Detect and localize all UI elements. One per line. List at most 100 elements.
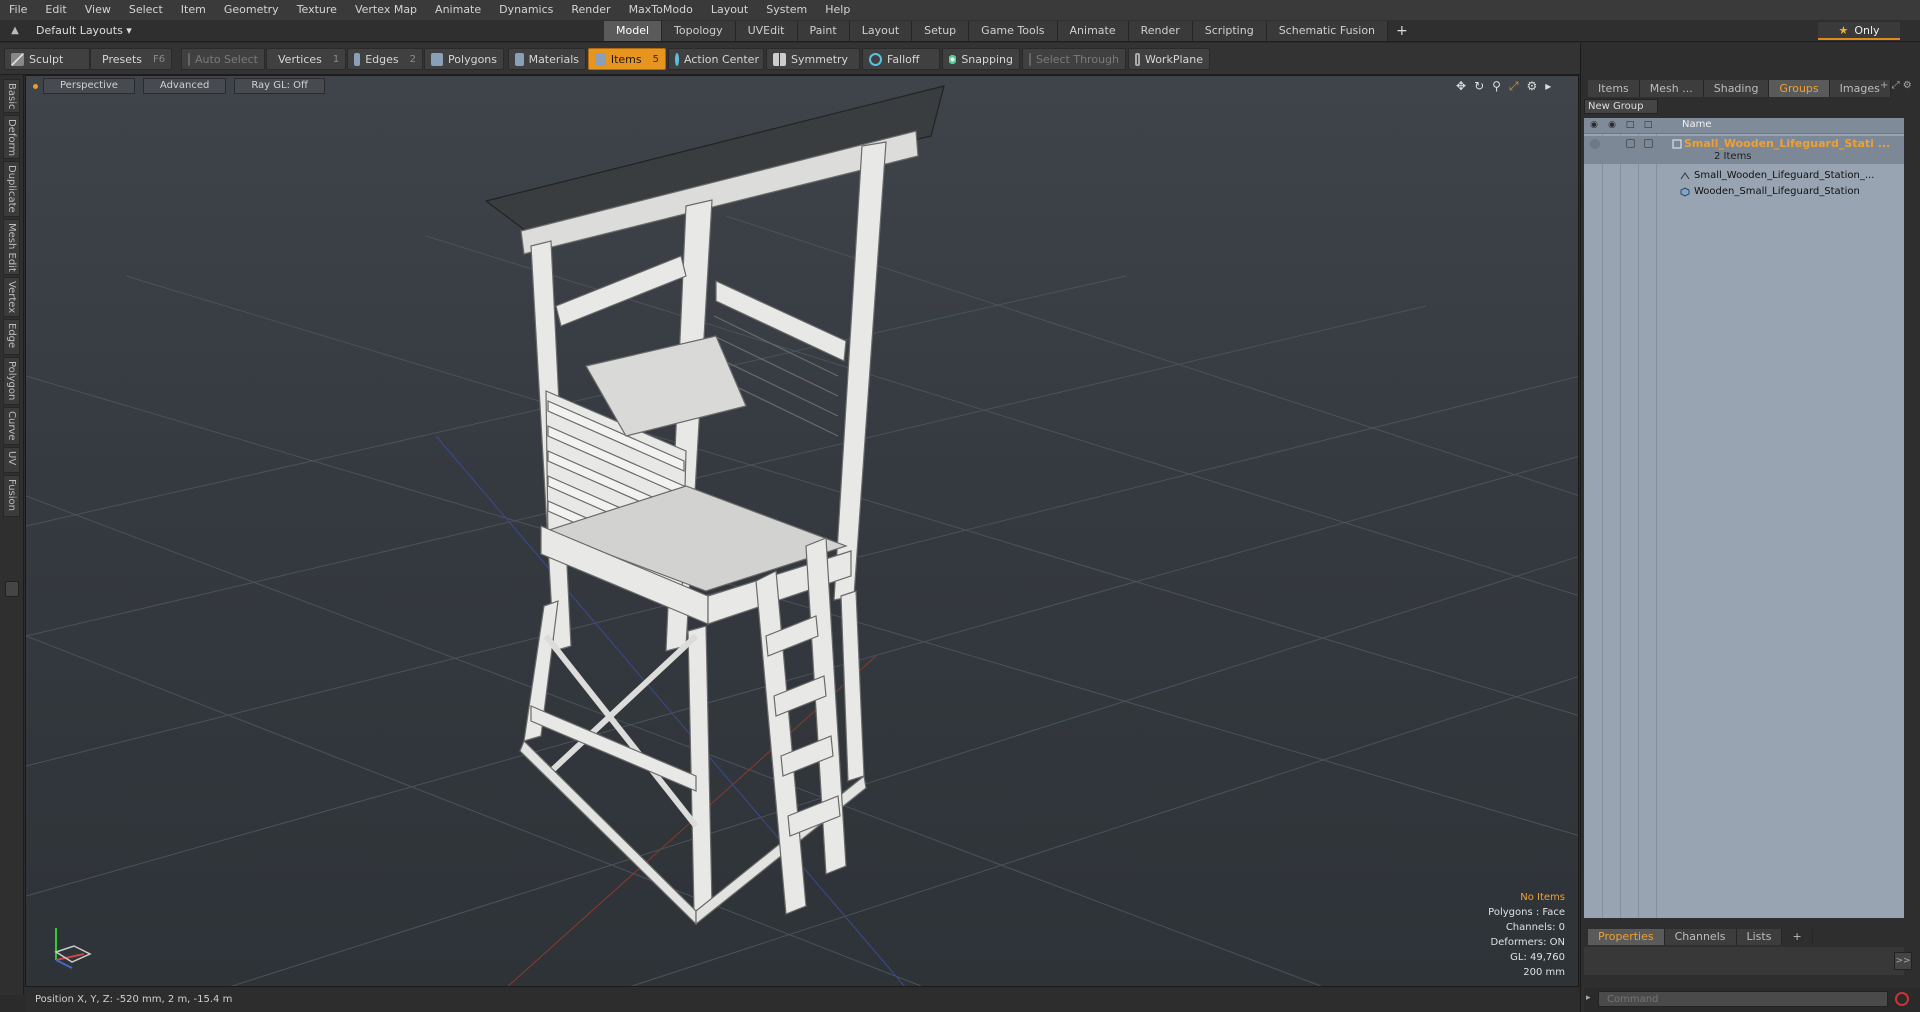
visibility-col-icon[interactable]: ◉ [1588, 120, 1600, 132]
tab-setup[interactable]: Setup [912, 21, 970, 41]
menu-layout[interactable]: Layout [702, 0, 757, 20]
viewport-settings-icon[interactable]: ⚙ [1527, 79, 1538, 94]
list-item[interactable]: Small_Wooden_Lifeguard_Station_... [1584, 168, 1904, 184]
left-tab-uv[interactable]: UV [3, 447, 20, 473]
rotate-view-icon[interactable]: ↻ [1474, 79, 1484, 94]
presets-button[interactable]: Presets F6 [90, 48, 172, 70]
list-item-name: Wooden_Small_Lifeguard_Station [1694, 186, 1860, 197]
tab-game-tools[interactable]: Game Tools [969, 21, 1058, 41]
list-item[interactable]: Wooden_Small_Lifeguard_Station [1584, 184, 1904, 200]
polygons-button[interactable]: Polygons [424, 48, 504, 70]
tab-model[interactable]: Model [604, 21, 663, 41]
viewport-expand-arrow-icon[interactable]: ▸ [1545, 79, 1551, 94]
expand-properties-button[interactable]: >> [1894, 952, 1912, 970]
menu-vertex-map[interactable]: Vertex Map [346, 0, 426, 20]
group-list-header: ◉ ◉ □ □ Name [1584, 118, 1904, 134]
render-col-icon[interactable]: ◉ [1606, 120, 1618, 132]
falloff-button[interactable]: Falloff [862, 48, 940, 70]
command-input[interactable] [1598, 991, 1888, 1007]
panel-settings-icon[interactable]: ⚙ [1903, 80, 1912, 91]
lifeguard-tower-model[interactable] [484, 85, 945, 926]
lock-col-icon[interactable]: □ [1624, 120, 1636, 132]
expand-panel-icon[interactable]: ⤢ [1892, 80, 1900, 91]
tab-shading[interactable]: Shading [1703, 80, 1770, 97]
column-divider [1656, 134, 1657, 918]
shading-mode-dropdown[interactable]: Advanced [142, 78, 227, 94]
strip-toggle-button[interactable] [5, 581, 19, 597]
tab-layout[interactable]: Layout [849, 21, 913, 41]
layout-dropdown[interactable]: Default Layouts ▾ [36, 23, 132, 39]
menu-select[interactable]: Select [120, 0, 172, 20]
presets-label: Presets [102, 52, 143, 66]
menu-dynamics[interactable]: Dynamics [490, 0, 562, 20]
tab-mesh[interactable]: Mesh ... [1639, 80, 1704, 97]
left-tab-edge[interactable]: Edge [3, 319, 20, 355]
tab-scripting[interactable]: Scripting [1192, 21, 1267, 41]
action-center-button[interactable]: Action Center [668, 48, 764, 70]
record-macro-icon[interactable] [1895, 992, 1909, 1006]
select-through-button[interactable]: Select Through [1022, 48, 1126, 70]
add-tab-button[interactable]: + [1388, 21, 1416, 41]
tab-groups[interactable]: Groups [1769, 80, 1830, 97]
select-toggle-icon[interactable] [1644, 139, 1653, 148]
only-button[interactable]: ★ Only [1818, 22, 1900, 40]
menu-edit[interactable]: Edit [36, 0, 75, 20]
sculpt-button[interactable]: Sculpt [4, 48, 90, 70]
lock-toggle-icon[interactable] [1626, 139, 1635, 148]
tab-uvedit[interactable]: UVEdit [735, 21, 798, 41]
visibility-toggle-icon[interactable] [1590, 139, 1600, 149]
menu-geometry[interactable]: Geometry [215, 0, 288, 20]
zoom-view-icon[interactable]: ⚲ [1492, 79, 1501, 94]
menu-animate[interactable]: Animate [426, 0, 490, 20]
tab-render[interactable]: Render [1128, 21, 1193, 41]
menu-maxtomodo[interactable]: MaxToModo [620, 0, 702, 20]
new-group-button[interactable]: New Group [1584, 99, 1658, 114]
menu-system[interactable]: System [757, 0, 816, 20]
view-mode-dropdown[interactable]: Perspective [43, 78, 135, 94]
tab-schematic-fusion[interactable]: Schematic Fusion [1266, 21, 1389, 41]
tab-topology[interactable]: Topology [662, 21, 736, 41]
tab-items[interactable]: Items [1588, 80, 1640, 97]
tab-animate[interactable]: Animate [1057, 21, 1129, 41]
left-tab-curve-label: Curve [6, 411, 17, 441]
group-row[interactable]: Small_Wooden_Lifeguard_Stati ... 2 Items [1584, 136, 1904, 164]
command-history-arrow-icon[interactable]: ▸ [1586, 993, 1591, 1003]
select-col-icon[interactable]: □ [1642, 120, 1654, 132]
add-tab-icon[interactable]: + [1880, 80, 1888, 91]
tab-lists[interactable]: Lists [1736, 929, 1783, 945]
left-tab-duplicate[interactable]: Duplicate [3, 161, 20, 217]
left-tab-basic[interactable]: Basic [3, 79, 20, 113]
edges-button[interactable]: Edges 2 [347, 48, 423, 70]
auto-select-button[interactable]: Auto Select [181, 48, 265, 70]
vertices-button[interactable]: Vertices 1 [266, 48, 346, 70]
tab-paint[interactable]: Paint [797, 21, 850, 41]
menu-render[interactable]: Render [562, 0, 619, 20]
items-button[interactable]: Items 5 [588, 48, 666, 70]
add-properties-tab-button[interactable]: + [1782, 929, 1813, 945]
layout-home-icon[interactable]: ▲ [8, 24, 22, 38]
3d-viewport[interactable] [25, 75, 1579, 987]
left-tab-fusion[interactable]: Fusion [3, 475, 20, 517]
left-tab-deform[interactable]: Deform [3, 115, 20, 159]
left-tab-mesh-edit[interactable]: Mesh Edit [3, 219, 20, 275]
menu-view[interactable]: View [76, 0, 120, 20]
maximize-view-icon[interactable]: ⤢ [1509, 79, 1519, 94]
left-tab-curve[interactable]: Curve [3, 407, 20, 445]
snapping-button[interactable]: Snapping [942, 48, 1020, 70]
move-view-icon[interactable]: ✥ [1456, 79, 1466, 94]
sculpt-label: Sculpt [29, 52, 64, 66]
menu-item[interactable]: Item [172, 0, 215, 20]
tab-properties[interactable]: Properties [1588, 929, 1665, 945]
falloff-icon [869, 52, 882, 66]
raygl-toggle[interactable]: Ray GL: Off [234, 78, 325, 94]
menu-texture[interactable]: Texture [288, 0, 346, 20]
name-column-header[interactable]: Name [1682, 119, 1712, 130]
left-tab-vertex[interactable]: Vertex [3, 277, 20, 317]
menu-help[interactable]: Help [816, 0, 859, 20]
materials-button[interactable]: Materials [508, 48, 586, 70]
left-tab-polygon[interactable]: Polygon [3, 357, 20, 405]
symmetry-button[interactable]: Symmetry [766, 48, 860, 70]
tab-channels[interactable]: Channels [1664, 929, 1737, 945]
workplane-button[interactable]: WorkPlane [1128, 48, 1210, 70]
menu-file[interactable]: File [0, 0, 36, 20]
